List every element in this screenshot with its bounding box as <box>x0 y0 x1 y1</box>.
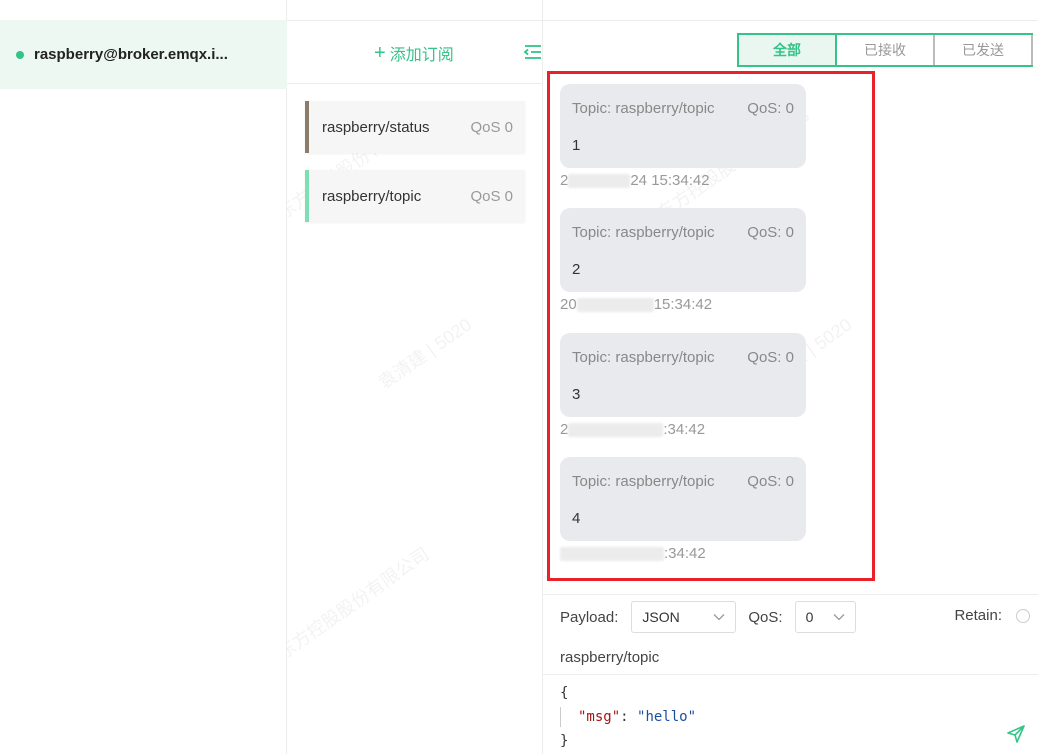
subscription-item[interactable]: raspberry/status QoS 0 <box>305 101 525 153</box>
payload-format-value: JSON <box>642 609 680 625</box>
message-payload: 1 <box>572 137 581 154</box>
blurred-region <box>568 174 631 189</box>
timestamp-suffix: 15:34:42 <box>653 296 713 313</box>
message-qos: QoS: 0 <box>747 224 794 241</box>
message-topic: Topic: raspberry/topic <box>572 224 715 241</box>
chevron-down-icon <box>713 614 725 621</box>
payload-line: { <box>560 685 569 701</box>
blurred-region <box>560 547 664 562</box>
message-topic: Topic: raspberry/topic <box>572 473 715 490</box>
add-subscription-label: 添加订阅 <box>389 47 454 64</box>
divider <box>543 20 1038 21</box>
blurred-region <box>568 423 664 438</box>
message-topic: Topic: raspberry/topic <box>572 100 715 117</box>
subscription-topic: raspberry/status <box>322 118 430 136</box>
tab-all[interactable]: 全部 <box>739 35 837 65</box>
indent-guide <box>560 707 578 727</box>
connections-sidebar: raspberry@broker.emqx.i... <box>0 0 287 754</box>
add-subscription-button[interactable]: + 添加订阅 <box>374 41 454 65</box>
payload-format-label: Payload: <box>560 608 619 626</box>
payload-editor[interactable]: { "msg": "hello" } <box>543 677 1038 751</box>
subscription-qos: QoS 0 <box>470 118 513 136</box>
subscriptions-panel: + 添加订阅 raspberry/status QoS 0 raspberry/… <box>287 0 543 754</box>
messages-pane: 全部 已接收 已发送 Topic: raspberry/topic QoS: 0… <box>543 0 1038 754</box>
message-qos: QoS: 0 <box>747 349 794 366</box>
retain-option: Retain: <box>954 607 1030 624</box>
retain-label: Retain: <box>954 607 1002 624</box>
message-payload: 2 <box>572 261 581 278</box>
subscription-qos: QoS 0 <box>470 187 513 205</box>
message-timestamp: 2 24 15:34:42 <box>560 172 710 189</box>
retain-checkbox[interactable] <box>1016 608 1030 623</box>
payload-json-colon: : <box>620 709 638 725</box>
payload-line: } <box>560 733 569 749</box>
blurred-region <box>576 298 654 313</box>
message-bubble[interactable]: Topic: raspberry/topic QoS: 0 2 <box>560 208 806 292</box>
message-payload: 3 <box>572 386 581 403</box>
subscription-color-bar <box>305 170 309 222</box>
connection-status-dot <box>16 50 24 59</box>
payload-json-key: "msg" <box>578 709 621 725</box>
tab-sent[interactable]: 已发送 <box>935 35 1033 65</box>
send-icon[interactable] <box>1006 724 1026 744</box>
message-filter-tabs: 全部 已接收 已发送 <box>737 33 1033 67</box>
message-bubble[interactable]: Topic: raspberry/topic QoS: 0 3 <box>560 333 806 417</box>
chevron-down-icon <box>833 614 845 621</box>
message-qos: QoS: 0 <box>747 473 794 490</box>
subscription-item[interactable]: raspberry/topic QoS 0 <box>305 170 525 222</box>
publish-options-row: Payload: JSON QoS: 0 <box>560 601 856 633</box>
qos-value: 0 <box>805 609 814 625</box>
payload-json-value: "hello" <box>637 709 697 725</box>
message-timestamp: 20 15:34:42 <box>560 296 712 313</box>
message-timestamp: 2 :34:42 <box>560 421 705 438</box>
message-timestamp: :34:42 <box>560 545 706 562</box>
qos-select[interactable]: 0 <box>794 601 856 633</box>
connection-item[interactable]: raspberry@broker.emqx.i... <box>0 20 287 89</box>
timestamp-prefix: 2 <box>560 172 569 189</box>
timestamp-suffix: :34:42 <box>664 545 706 562</box>
publish-topic-input[interactable] <box>543 641 1038 675</box>
publish-panel: Payload: JSON QoS: 0 Retain: { "msg": "h… <box>543 594 1038 754</box>
timestamp-prefix: 2 <box>560 421 569 438</box>
subscription-topic: raspberry/topic <box>322 187 422 205</box>
message-qos: QoS: 0 <box>747 100 794 117</box>
message-topic: Topic: raspberry/topic <box>572 349 715 366</box>
tab-received[interactable]: 已接收 <box>837 35 935 65</box>
subscriptions-header: + 添加订阅 <box>287 20 543 84</box>
collapse-list-icon[interactable] <box>523 43 543 61</box>
payload-line: "msg": "hello" <box>560 705 1021 729</box>
message-bubble[interactable]: Topic: raspberry/topic QoS: 0 1 <box>560 84 806 168</box>
qos-label: QoS: <box>748 608 783 626</box>
plus-icon: + <box>374 42 386 64</box>
timestamp-suffix: :34:42 <box>663 421 706 438</box>
message-bubble[interactable]: Topic: raspberry/topic QoS: 0 4 <box>560 457 806 541</box>
subscription-color-bar <box>305 101 309 153</box>
payload-format-select[interactable]: JSON <box>631 601 737 633</box>
message-payload: 4 <box>572 510 581 527</box>
timestamp-prefix: 20 <box>560 296 577 313</box>
timestamp-suffix: 24 15:34:42 <box>630 172 710 189</box>
connection-name: raspberry@broker.emqx.i... <box>34 46 228 63</box>
